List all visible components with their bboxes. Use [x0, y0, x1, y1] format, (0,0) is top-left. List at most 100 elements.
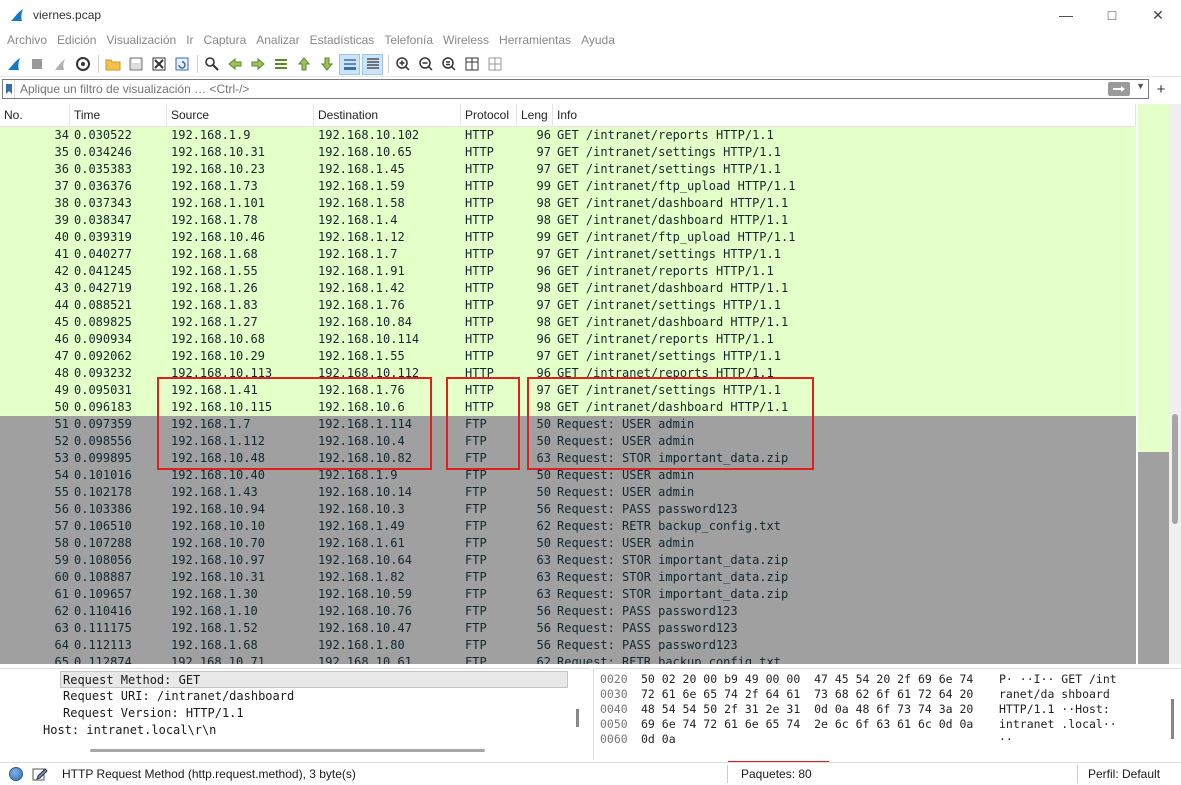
start-capture-icon[interactable] — [3, 54, 24, 75]
scrollbar-thumb[interactable] — [1172, 414, 1178, 524]
menu-telefonia[interactable]: Telefonía — [379, 30, 438, 51]
stop-capture-icon[interactable] — [26, 54, 47, 75]
capture-options-icon[interactable] — [72, 54, 93, 75]
packet-row[interactable]: 45 0.089825 192.168.1.27 192.168.10.84 HTTP 9… — [0, 314, 1136, 331]
packet-info: GET /intranet/dashboard HTTP/1.1 — [557, 196, 789, 210]
packet-row[interactable]: 46 0.090934 192.168.10.68 192.168.10.114 HTT… — [0, 331, 1136, 348]
packet-row[interactable]: 64 0.112113 192.168.1.68 192.168.1.80 FTP 56 R… — [0, 637, 1136, 654]
column-header-destination[interactable]: Destination — [314, 104, 461, 127]
display-filter-field[interactable]: ▼ — [2, 79, 1149, 99]
colorize-icon[interactable] — [362, 53, 383, 75]
packet-row[interactable]: 47 0.092062 192.168.10.29 192.168.1.55 HTTP 9… — [0, 348, 1136, 365]
packet-row[interactable]: 44 0.088521 192.168.1.83 192.168.1.76 HTTP 97… — [0, 297, 1136, 314]
detail-host[interactable]: Host: intranet.local\r\n — [43, 722, 216, 739]
packet-row[interactable]: 63 0.111175 192.168.1.52 192.168.10.47 FTP 56… — [0, 620, 1136, 637]
expert-info-led-icon[interactable] — [9, 767, 23, 781]
packet-row[interactable]: 62 0.110416 192.168.1.10 192.168.10.76 FTP 56… — [0, 603, 1136, 620]
go-forward-icon[interactable] — [247, 54, 268, 75]
menu-visualizacion[interactable]: Visualización — [101, 30, 181, 51]
packet-row[interactable]: 38 0.037343 192.168.1.101 192.168.1.58 HTTP 9… — [0, 195, 1136, 212]
layout-grid-icon[interactable] — [484, 54, 505, 75]
menu-analizar[interactable]: Analizar — [251, 30, 304, 51]
packet-row[interactable]: 56 0.103386 192.168.10.94 192.168.10.3 FTP 56… — [0, 501, 1136, 518]
packet-row[interactable]: 36 0.035383 192.168.10.23 192.168.1.45 HTTP 9… — [0, 161, 1136, 178]
bytes-hex[interactable]: 72 61 6e 65 74 2f 64 61 73 68 62 6f 61 7… — [641, 687, 973, 702]
minimize-button[interactable]: — — [1043, 0, 1089, 30]
packet-protocol: HTTP — [465, 332, 494, 346]
close-file-icon[interactable] — [148, 54, 169, 75]
menu-ayuda[interactable]: Ayuda — [576, 30, 620, 51]
menu-wireless[interactable]: Wireless — [438, 30, 494, 51]
bytes-hex[interactable]: 48 54 54 50 2f 31 2e 31 0d 0a 48 6f 73 7… — [641, 702, 973, 717]
bytes-ascii[interactable]: HTTP/1.1 ··Host: — [999, 702, 1117, 717]
column-header-source[interactable]: Source — [167, 104, 314, 127]
menu-estadisticas[interactable]: Estadísticas — [305, 30, 380, 51]
auto-scroll-icon[interactable] — [339, 53, 360, 75]
add-filter-button[interactable]: + — [1153, 79, 1169, 99]
zoom-normal-icon[interactable] — [438, 54, 459, 75]
save-file-icon[interactable] — [125, 54, 146, 75]
detail-request-method[interactable]: Request Method: GET — [60, 671, 568, 688]
bytes-ascii[interactable]: ·· — [999, 732, 1013, 747]
filter-history-chevron-icon[interactable]: ▼ — [1136, 81, 1145, 91]
menu-edicion[interactable]: Edición — [52, 30, 101, 51]
detail-request-version[interactable]: Request Version: HTTP/1.1 — [63, 705, 244, 722]
column-header-info[interactable]: Info — [553, 104, 1136, 127]
go-last-packet-icon[interactable] — [316, 54, 337, 75]
packet-source: 192.168.10.29 — [171, 349, 265, 363]
packet-row[interactable]: 58 0.107288 192.168.10.70 192.168.1.61 FTP 50… — [0, 535, 1136, 552]
bytes-vertical-scrollbar[interactable] — [1171, 699, 1174, 739]
display-filter-input[interactable] — [15, 82, 1095, 96]
packet-destination: 192.168.1.7 — [318, 247, 398, 261]
column-header-protocol[interactable]: Protocol — [461, 104, 517, 127]
bytes-ascii[interactable]: intranet .local·· — [999, 717, 1117, 732]
go-to-packet-icon[interactable] — [270, 54, 291, 75]
packet-row[interactable]: 34 0.030522 192.168.1.9 192.168.10.102 HTTP 9… — [0, 127, 1136, 144]
menu-captura[interactable]: Captura — [199, 30, 252, 51]
apply-filter-arrow-icon[interactable] — [1108, 82, 1130, 96]
find-packet-icon[interactable] — [201, 54, 222, 75]
maximize-button[interactable]: □ — [1089, 0, 1135, 30]
packet-row[interactable]: 61 0.109657 192.168.1.30 192.168.10.59 FTP 63… — [0, 586, 1136, 603]
packet-row[interactable]: 55 0.102178 192.168.1.43 192.168.10.14 FTP 50… — [0, 484, 1136, 501]
go-back-icon[interactable] — [224, 54, 245, 75]
bytes-ascii[interactable]: P· ··I·· GET /int — [999, 672, 1117, 687]
packet-row[interactable]: 65 0.112874 192.168.10.71 192.168.10.61 FTP 6… — [0, 654, 1136, 664]
zoom-in-icon[interactable] — [392, 54, 413, 75]
resize-columns-icon[interactable] — [461, 54, 482, 75]
packet-row[interactable]: 59 0.108056 192.168.10.97 192.168.10.64 FTP 6… — [0, 552, 1136, 569]
bytes-hex[interactable]: 50 02 20 00 b9 49 00 00 47 45 54 20 2f 6… — [641, 672, 973, 687]
restart-capture-icon[interactable] — [49, 54, 70, 75]
packet-row[interactable]: 41 0.040277 192.168.1.68 192.168.1.7 HTTP 97 G… — [0, 246, 1136, 263]
packet-row[interactable]: 39 0.038347 192.168.1.78 192.168.1.4 HTTP 98 G… — [0, 212, 1136, 229]
details-horizontal-scrollbar[interactable] — [90, 749, 485, 752]
packet-row[interactable]: 42 0.041245 192.168.1.55 192.168.1.91 HTTP 96… — [0, 263, 1136, 280]
detail-request-uri[interactable]: Request URI: /intranet/dashboard — [63, 688, 294, 705]
bytes-hex[interactable]: 0d 0a — [641, 732, 676, 747]
zoom-out-icon[interactable] — [415, 54, 436, 75]
menu-archivo[interactable]: Archivo — [2, 30, 52, 51]
close-button[interactable]: ✕ — [1135, 0, 1181, 30]
go-first-packet-icon[interactable] — [293, 54, 314, 75]
menu-ir[interactable]: Ir — [181, 30, 198, 51]
menu-herramientas[interactable]: Herramientas — [494, 30, 576, 51]
column-header-length[interactable]: Leng — [517, 104, 553, 127]
packet-time: 0.107288 — [74, 536, 132, 550]
status-profile[interactable]: Perfil: Default — [1088, 767, 1160, 781]
packet-row[interactable]: 40 0.039319 192.168.10.46 192.168.1.12 HTTP 9… — [0, 229, 1136, 246]
packet-row[interactable]: 43 0.042719 192.168.1.26 192.168.1.42 HTTP 98… — [0, 280, 1136, 297]
column-header-time[interactable]: Time — [70, 104, 167, 127]
bytes-hex[interactable]: 69 6e 74 72 61 6e 65 74 2e 6c 6f 63 61 6… — [641, 717, 973, 732]
reload-file-icon[interactable] — [171, 54, 192, 75]
details-vertical-scrollbar[interactable] — [576, 709, 579, 727]
packet-row[interactable]: 35 0.034246 192.168.10.31 192.168.10.65 HTTP… — [0, 144, 1136, 161]
packet-row[interactable]: 57 0.106510 192.168.10.10 192.168.1.49 FTP 62… — [0, 518, 1136, 535]
bytes-ascii[interactable]: ranet/da shboard — [999, 687, 1117, 702]
packet-row[interactable]: 60 0.108887 192.168.10.31 192.168.1.82 FTP 63… — [0, 569, 1136, 586]
filter-bookmark-icon[interactable] — [3, 80, 15, 98]
packet-list-scrollbar[interactable] — [1169, 104, 1181, 664]
packet-row[interactable]: 37 0.036376 192.168.1.73 192.168.1.59 HTTP 99… — [0, 178, 1136, 195]
edit-comment-icon[interactable] — [32, 766, 48, 782]
open-file-icon[interactable] — [102, 54, 123, 75]
column-header-no[interactable]: No. — [0, 104, 70, 127]
